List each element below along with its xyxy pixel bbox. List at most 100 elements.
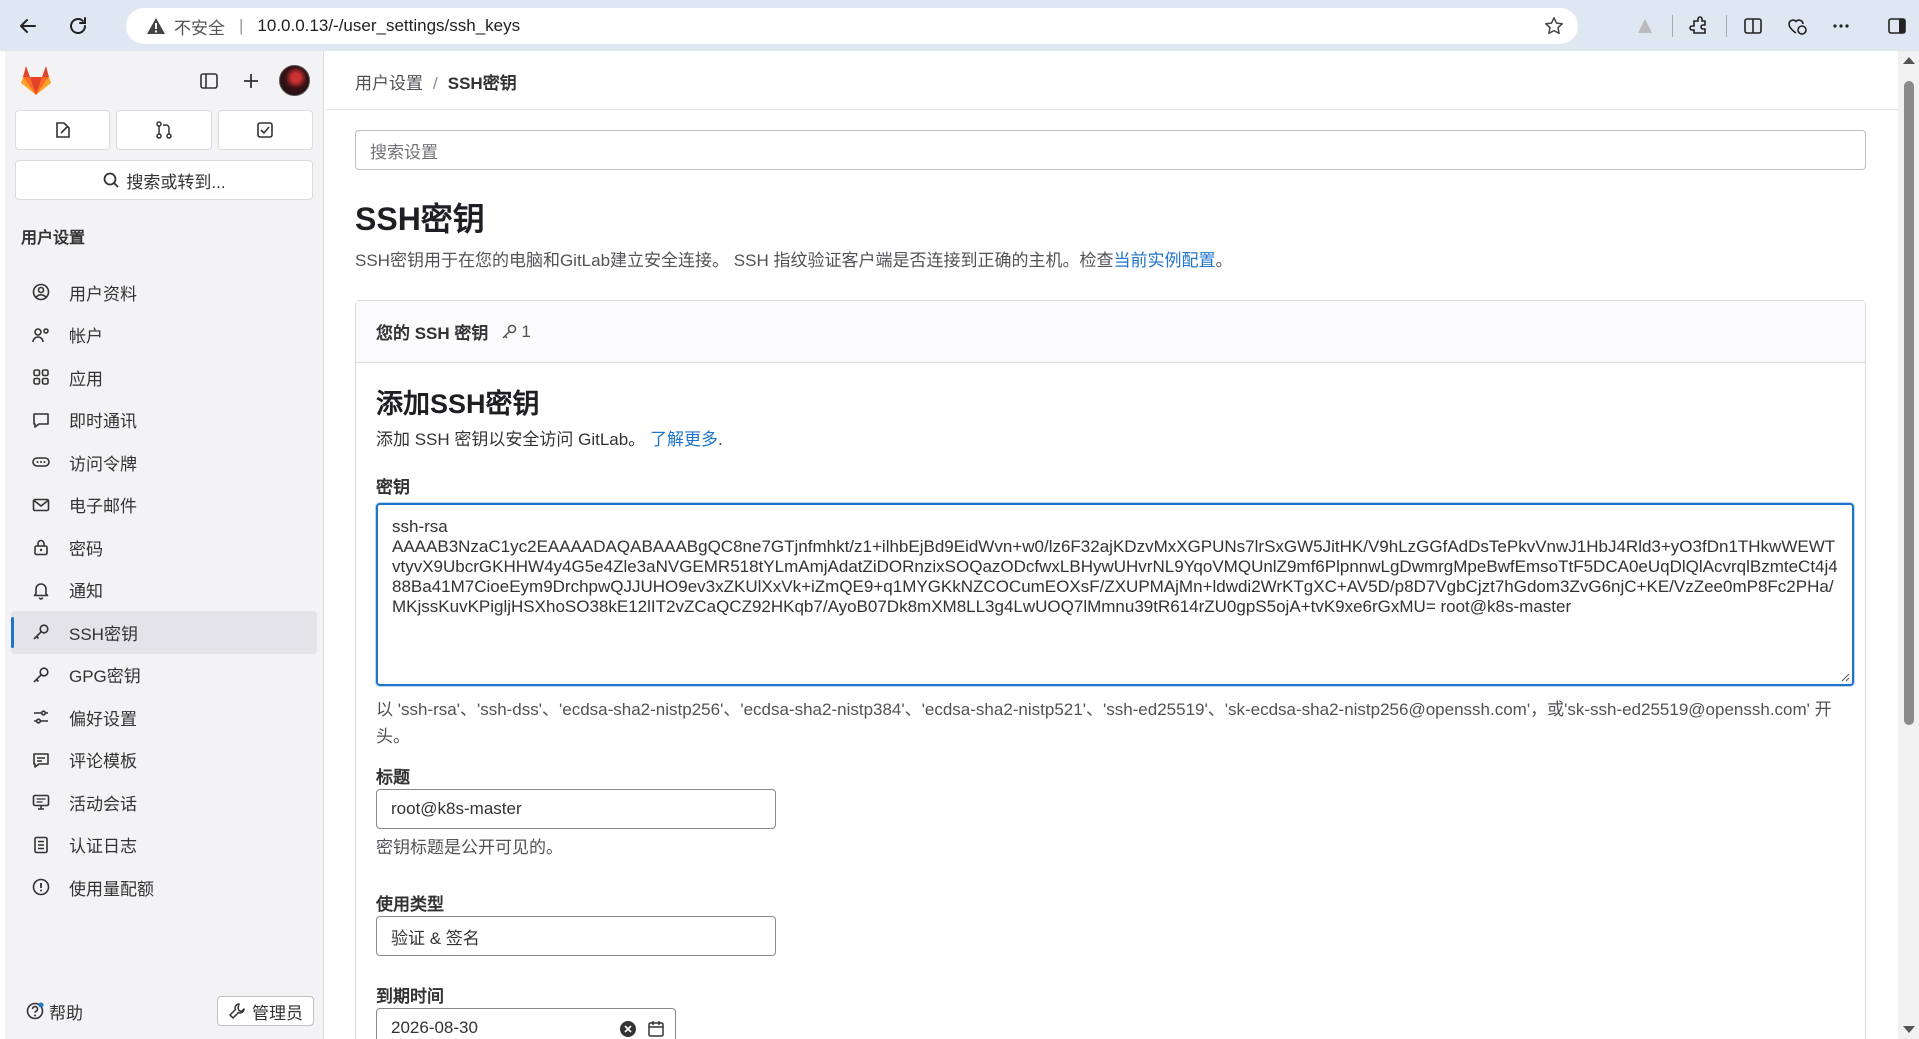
resize-handle-icon [1841,673,1850,682]
sidebar-item[interactable]: 应用 [11,356,317,399]
scroll-up-arrow-icon[interactable] [1903,57,1915,64]
profile-icon [31,282,51,302]
mail-icon [31,495,51,515]
sidebar-item-label: 用户资料 [69,284,137,304]
merge-requests-button[interactable] [116,110,212,150]
sidebar-item-label: 即时通讯 [69,412,137,432]
scrollbar-thumb[interactable] [1904,81,1914,725]
split-screen-icon[interactable] [1731,6,1775,46]
token-icon [31,452,51,472]
warning-icon [147,18,165,34]
help-label: 帮助 [49,1003,83,1023]
key-label: 密钥 [376,478,410,497]
create-new-icon[interactable] [238,68,264,94]
breadcrumb-separator: / [433,74,438,93]
search-icon [104,172,120,188]
sidebar-item[interactable]: 偏好设置 [11,696,317,739]
breadcrumb-parent[interactable]: 用户设置 [355,74,423,93]
address-bar[interactable]: 不安全 | 10.0.0.13/-/user_settings/ssh_keys [126,8,1578,44]
more-menu-icon[interactable] [1819,6,1863,46]
applications-icon [31,367,51,387]
title-hint: 密钥标题是公开可见的。 [376,838,563,857]
key-textarea[interactable]: ssh-rsa AAAAB3NzaC1yc2EAAAADAQABAAABgQC8n… [376,503,1854,686]
learn-more-link[interactable]: 了解更多 [650,430,718,449]
sidebar-toggle-icon[interactable] [1875,6,1919,46]
usage-type-select[interactable]: 验证 & 签名 [376,916,776,956]
extensions-icon[interactable] [1677,6,1721,46]
avatar[interactable] [279,65,310,96]
sidebar-item-label: 使用量配额 [69,879,154,899]
sidebar-item[interactable]: 活动会话 [11,781,317,824]
key-textarea-value: ssh-rsa AAAAB3NzaC1yc2EAAAADAQABAAABgQC8n… [392,517,1838,616]
browser-toolbar: 不安全 | 10.0.0.13/-/user_settings/ssh_keys [0,0,1919,51]
key-count-value: 1 [521,321,531,341]
favorite-star-icon[interactable] [1544,16,1564,36]
page-description: SSH密钥用于在您的电脑和GitLab建立安全连接。 SSH 指纹验证客户端是否… [355,246,1232,271]
page-description-end: 。 [1215,251,1233,270]
lock-icon [31,537,51,557]
toggle-sidebar-icon[interactable] [196,68,222,94]
admin-area-button[interactable]: 管理员 [217,996,314,1026]
add-key-subtitle-text: 添加 SSH 密钥以安全访问 GitLab。 [376,430,646,449]
sidebar-item[interactable]: GPG密钥 [11,654,317,697]
comment-template-icon [31,750,51,770]
reload-button[interactable] [58,6,98,46]
title-label: 标题 [376,768,410,787]
left-sidebar: 搜索或转到... 用户设置 用户资料帐户应用即时通讯访问令牌 电子邮件密码通知 SS… [5,51,324,1039]
sidebar-item[interactable]: 即时通讯 [11,399,317,442]
browser-actions [1623,0,1919,51]
ssh-keys-card: 您的 SSH 密钥 1 添加SSH密钥 添加 SSH 密钥以安全访问 GitLa… [355,300,1866,1039]
reload-icon [70,16,86,34]
sidebar-item[interactable]: 用户资料 [11,271,317,314]
sidebar-item[interactable]: 使用量配额 [11,866,317,909]
sidebar-item[interactable]: 帐户 [11,314,317,357]
key-count: 1 [500,321,531,342]
sidebar-item[interactable]: 电子邮件 [11,484,317,527]
sidebar-section-title: 用户设置 [21,230,86,247]
todo-list-button[interactable] [217,110,313,150]
sidebar-item[interactable]: 通知 [11,569,317,612]
sidebar-item-label: SSH密钥 [69,624,138,644]
sidebar-item-label: 活动会话 [69,794,137,814]
search-or-goto-button[interactable]: 搜索或转到... [15,160,313,200]
page-title: SSH密钥 [355,201,485,237]
sidebar-item[interactable]: SSH密钥 [11,611,317,654]
instance-config-link[interactable]: 当前实例配置 [1113,251,1215,270]
favorites-icon[interactable] [1775,6,1819,46]
chat-icon [31,410,51,430]
merge-request-icon [156,121,172,139]
assigned-issues-button[interactable] [15,110,111,150]
issues-icon [55,122,70,138]
sidebar-item-label: 评论模板 [69,752,137,772]
sidebar-item-label: 应用 [69,369,103,389]
back-button[interactable] [8,6,48,46]
breadcrumb-current[interactable]: SSH密钥 [448,74,517,93]
card-header: 您的 SSH 密钥 1 [356,301,1865,363]
title-input[interactable]: root@k8s-master [376,789,776,829]
search-settings-input[interactable]: 搜索设置 [355,130,1866,170]
help-button[interactable]: 帮助 [25,999,83,1024]
add-key-form: 添加SSH密钥 添加 SSH 密钥以安全访问 GitLab。 了解更多. 密钥 … [356,364,1865,1039]
insecure-label: 不安全 [174,18,225,38]
sidebar-item[interactable]: 密码 [11,526,317,569]
url-separator: | [239,16,244,35]
clear-date-icon[interactable] [619,1020,637,1038]
calendar-icon[interactable] [647,1020,665,1038]
scroll-down-arrow-icon[interactable] [1903,1026,1915,1033]
sidebar-item-label: 帐户 [69,327,103,347]
sidebar-item-label: GPG密钥 [69,667,141,687]
gitlab-logo-icon[interactable] [19,64,53,96]
preferences-icon [31,707,51,727]
account-icon [31,325,51,345]
expiry-date-input[interactable]: 2026-08-30 [376,1008,676,1039]
back-arrow-icon [20,18,36,33]
admin-label: 管理员 [252,1003,303,1023]
sidebar-item[interactable]: 访问令牌 [11,441,317,484]
usage-type-label: 使用类型 [376,895,444,914]
sidebar-item-label: 偏好设置 [69,709,137,729]
extension-triangle-icon[interactable] [1623,6,1667,46]
page-scrollbar[interactable] [1898,51,1919,1039]
sidebar-item[interactable]: 认证日志 [11,824,317,867]
sidebar-item[interactable]: 评论模板 [11,739,317,782]
sidebar-item-label: 密码 [69,539,103,559]
